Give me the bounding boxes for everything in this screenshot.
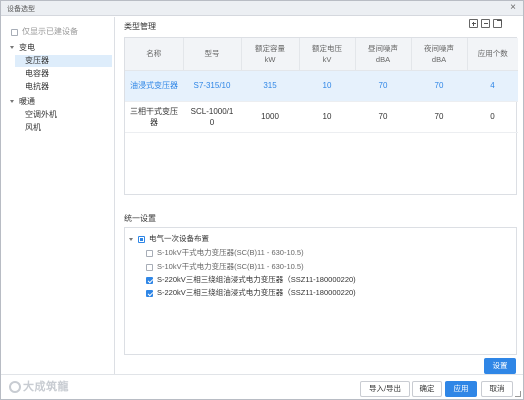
import-export-button[interactable]: 导入/导出 [360, 381, 410, 397]
table-cell: 315 [241, 70, 299, 102]
col-header-night-noise[interactable]: 夜间噪声 dBA [411, 38, 468, 71]
device-selection-dialog: 设备选型 × 仅显示已建设备 变电 变压器 电容器 电抗器 暖通 空调外机 风机… [0, 0, 524, 400]
tree-item-reactor[interactable]: 电抗器 [25, 81, 49, 93]
table-cell: 0 [467, 101, 518, 133]
col-header-label: 额定容量 kW [255, 43, 285, 64]
expand-arrow-icon[interactable] [10, 100, 14, 104]
tree-item-capacitor[interactable]: 电容器 [25, 68, 49, 80]
type-mgmt-toolbar [466, 19, 502, 31]
col-header-label: 应用个数 [477, 49, 508, 59]
unified-settings-panel: 电气一次设备布置 S-10kV干式电力变压器(SC(B)11 - 630-10.… [124, 227, 517, 355]
cancel-button[interactable]: 取消 [481, 381, 513, 397]
table-cell: 70 [411, 70, 467, 102]
ok-button[interactable]: 确定 [412, 381, 442, 397]
col-header-model[interactable]: 型号 [183, 38, 242, 71]
table-cell: 70 [355, 70, 411, 102]
item-checkbox[interactable] [146, 276, 153, 284]
col-header-label: 夜间噪声 dBA [424, 43, 454, 64]
col-header-label: 额定电压 kV [312, 43, 342, 64]
unified-settings-title: 统一设置 [124, 214, 156, 223]
expand-arrow-icon[interactable] [10, 46, 14, 50]
type-mgmt-title: 类型管理 [124, 22, 156, 31]
col-header-label: 型号 [204, 49, 220, 59]
footer-divider [1, 374, 523, 375]
item-checkbox[interactable] [146, 289, 153, 297]
remove-icon[interactable] [481, 19, 490, 28]
item-checkbox[interactable] [146, 263, 153, 271]
left-panel: 仅显示已建设备 变电 变压器 电容器 电抗器 暖通 空调外机 风机 [1, 17, 115, 374]
root-checkbox[interactable] [138, 235, 145, 243]
table-header-row: 名称 型号 额定容量 kW 额定电压 kV 昼间噪声 dBA 夜间噪声 dBA … [125, 38, 518, 71]
table-cell: 70 [355, 101, 411, 133]
table-cell: 4 [467, 70, 518, 102]
show-created-label: 仅显示已建设备 [22, 27, 78, 36]
unified-item[interactable]: S-10kV干式电力变压器(SC(B)11 - 630-10.5) [146, 261, 304, 273]
col-header-day-noise[interactable]: 昼间噪声 dBA [355, 38, 412, 71]
unified-item-label: S-220kV三相三绕组油浸式电力变压器（SSZ11-180000220) [157, 275, 356, 284]
type-table: 名称 型号 额定容量 kW 额定电压 kV 昼间噪声 dBA 夜间噪声 dBA … [124, 37, 518, 195]
tree-item-transformer[interactable]: 变压器 [15, 55, 112, 67]
export-icon[interactable] [493, 19, 502, 28]
tree-group-hvac[interactable]: 暖通 [10, 96, 110, 108]
unified-item[interactable]: S-220kV三相三绕组油浸式电力变压器（SSZ11-180000220) [146, 274, 356, 286]
tree-item-label: 电容器 [25, 69, 49, 78]
col-header-label: 名称 [146, 49, 162, 59]
expand-arrow-icon[interactable] [129, 237, 133, 241]
col-header-rated-voltage[interactable]: 额定电压 kV [299, 38, 356, 71]
table-cell: 10 [299, 70, 355, 102]
table-cell: 70 [411, 101, 467, 133]
table-cell: S7-315/10 [183, 70, 241, 102]
item-checkbox[interactable] [146, 249, 153, 257]
unified-item-label: S-10kV干式电力变压器(SC(B)11 - 630-10.5) [157, 248, 304, 257]
tree-item-label: 变压器 [25, 56, 49, 65]
title-bar: 设备选型 × [1, 1, 523, 16]
show-created-toggle[interactable]: 仅显示已建设备 [11, 26, 78, 38]
settings-button[interactable]: 设置 [484, 358, 516, 374]
tree-group-substation[interactable]: 变电 [10, 42, 110, 54]
show-created-checkbox[interactable] [11, 28, 18, 36]
window-title: 设备选型 [7, 6, 35, 13]
brand-logo-text: 大成筑龍 [23, 381, 69, 393]
resize-grip-icon[interactable] [515, 391, 521, 397]
col-header-usage-count[interactable]: 应用个数 [467, 38, 518, 71]
add-icon[interactable] [469, 19, 478, 28]
brand-logo: 大成筑龍 [9, 380, 69, 394]
unified-root-label: 电气一次设备布置 [149, 234, 209, 243]
tree-item-label: 暖通 [19, 97, 35, 106]
tree-item-label: 风机 [25, 123, 41, 132]
unified-item[interactable]: S-220kV三相三绕组油浸式电力变压器（SSZ11-180000220) [146, 287, 356, 299]
tree-item-label: 电抗器 [25, 82, 49, 91]
table-row[interactable]: 三相干式变压 器 SCL-1000/1 0 1000 10 70 70 0 [125, 101, 518, 133]
col-header-rated-capacity[interactable]: 额定容量 kW [241, 38, 300, 71]
close-icon[interactable]: × [508, 3, 518, 13]
tree-item-fan[interactable]: 风机 [25, 122, 41, 134]
unified-item[interactable]: S-10kV干式电力变压器(SC(B)11 - 630-10.5) [146, 247, 304, 259]
brand-logo-icon [9, 381, 21, 394]
unified-item-label: S-10kV干式电力变压器(SC(B)11 - 630-10.5) [157, 262, 304, 271]
tree-item-label: 空调外机 [25, 110, 57, 119]
table-row[interactable]: 油浸式变压器 S7-315/10 315 10 70 70 4 [125, 70, 518, 102]
unified-root-node[interactable]: 电气一次设备布置 [129, 233, 209, 245]
tree-item-label: 变电 [19, 43, 35, 52]
tree-item-ac-outdoor-unit[interactable]: 空调外机 [25, 109, 57, 121]
table-cell: 油浸式变压器 [125, 70, 183, 102]
table-cell: 三相干式变压 器 [125, 101, 183, 133]
table-cell: 10 [299, 101, 355, 133]
col-header-name[interactable]: 名称 [125, 38, 184, 71]
col-header-label: 昼间噪声 dBA [368, 43, 398, 64]
apply-button[interactable]: 应用 [445, 381, 477, 397]
table-cell: 1000 [241, 101, 299, 133]
table-cell: SCL-1000/1 0 [183, 101, 241, 133]
unified-item-label: S-220kV三相三绕组油浸式电力变压器（SSZ11-180000220) [157, 288, 356, 297]
